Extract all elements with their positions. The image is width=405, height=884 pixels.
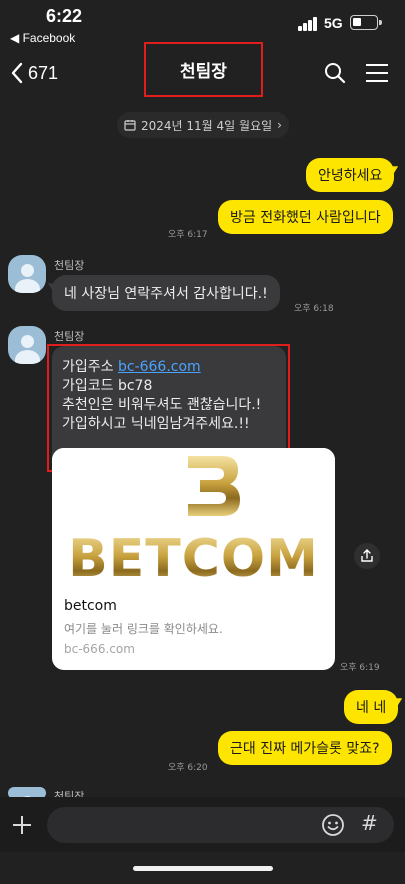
status-bar: 6:22 ◀ Facebook 5G — [0, 0, 405, 48]
title-highlight-box: 천팀장 — [144, 42, 263, 97]
message-text: 근대 진짜 메가슬롯 맞죠? — [230, 741, 380, 757]
message-text: 네 네 — [356, 700, 387, 716]
battery-icon — [350, 15, 382, 30]
sender-name: 천팀장 — [54, 330, 85, 343]
network-indicator: 5G — [324, 15, 343, 31]
date-divider[interactable]: 2024년 11월 4일 월요일 › — [117, 112, 289, 138]
my-message-bubble[interactable]: 방금 전화했던 사람입니다 — [218, 200, 393, 234]
share-icon[interactable] — [354, 543, 380, 569]
plus-icon[interactable] — [10, 813, 34, 837]
card-description: 여기를 눌러 링크를 확인하세요. — [64, 622, 223, 636]
my-message-bubble[interactable]: 근대 진짜 메가슬롯 맞죠? — [218, 731, 392, 765]
search-icon[interactable] — [322, 60, 348, 86]
status-time: 6:22 — [46, 6, 83, 26]
emoji-icon[interactable] — [321, 813, 345, 837]
menu-icon[interactable] — [364, 60, 390, 86]
message-input-bar: # — [0, 797, 405, 852]
back-to-app-link[interactable]: ◀ Facebook — [10, 31, 75, 45]
message-time: 오후 6:20 — [168, 763, 208, 773]
card-url: bc-666.com — [64, 642, 135, 656]
my-message-bubble[interactable]: 안녕하세요 — [306, 158, 395, 192]
message-text: 네 사장님 연락주셔서 감사합니다.! — [64, 286, 268, 302]
link-preview-card[interactable]: BETCOM betcom 여기를 눌러 링크를 확인하세요. bc-666.c… — [52, 448, 335, 670]
message-time: 오후 6:17 — [168, 230, 208, 240]
svg-text:BETCOM: BETCOM — [68, 529, 319, 584]
unread-count: 671 — [28, 62, 59, 83]
home-indicator — [133, 866, 273, 871]
calendar-icon — [124, 120, 136, 131]
date-text: 2024년 11월 4일 월요일 — [141, 118, 273, 133]
card-title: betcom — [64, 598, 117, 614]
back-button[interactable]: 671 — [10, 60, 58, 86]
avatar[interactable] — [8, 255, 46, 293]
chevron-left-icon — [11, 62, 23, 84]
chat-header: 671 천팀장 — [0, 42, 405, 98]
message-time: 오후 6:19 — [340, 663, 380, 673]
hash-icon[interactable]: # — [361, 811, 378, 835]
message-time: 오후 6:18 — [294, 304, 334, 314]
avatar[interactable] — [8, 326, 46, 364]
other-message-bubble[interactable]: 네 사장님 연락주셔서 감사합니다.! — [52, 275, 280, 311]
chevron-right-icon: › — [277, 118, 282, 132]
message-text: 안녕하세요 — [318, 168, 383, 184]
signal-icon — [298, 17, 320, 31]
message-text: 방금 전화했던 사람입니다 — [230, 210, 381, 226]
sender-name: 천팀장 — [54, 259, 85, 272]
betcom-logo-image: BETCOM — [52, 448, 335, 589]
my-message-bubble[interactable]: 네 네 — [344, 690, 399, 724]
chat-title: 천팀장 — [180, 62, 227, 82]
